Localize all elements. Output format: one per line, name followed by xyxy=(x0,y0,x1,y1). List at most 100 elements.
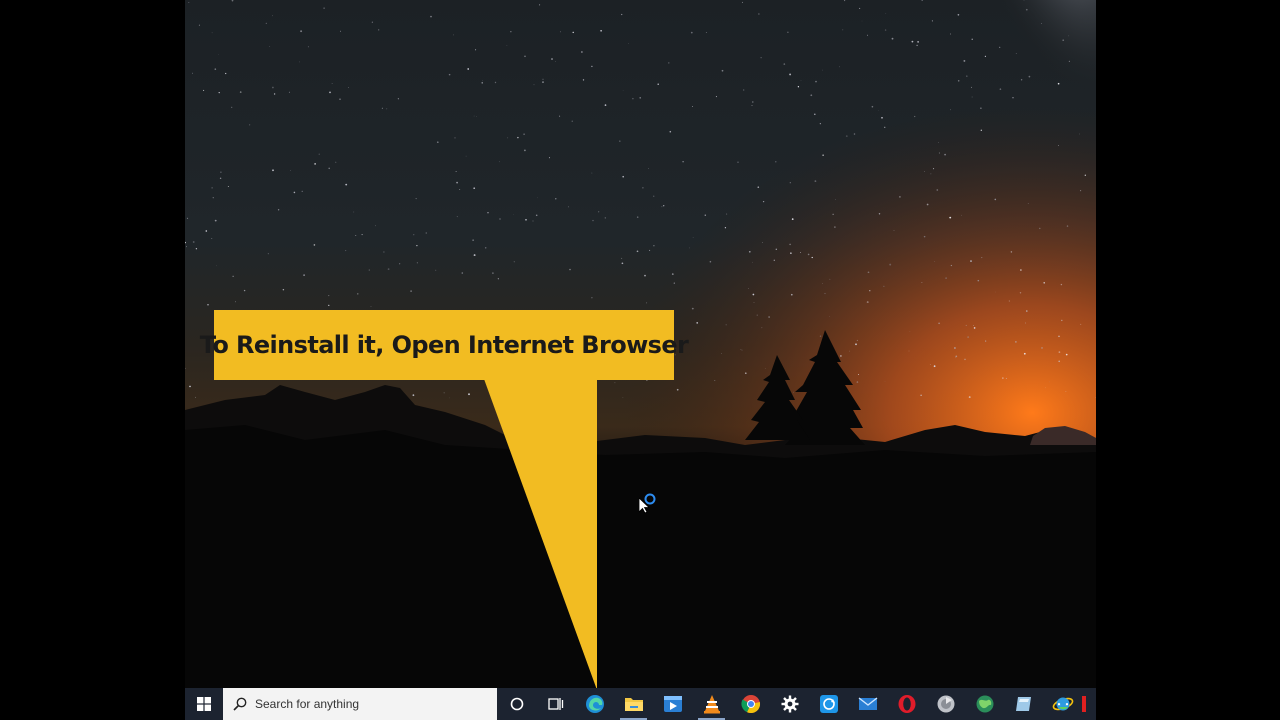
star xyxy=(378,29,380,31)
star xyxy=(416,262,418,264)
star xyxy=(970,260,972,263)
star xyxy=(994,198,997,201)
star xyxy=(715,96,717,98)
cortana-button[interactable] xyxy=(497,688,536,720)
task-view-button[interactable] xyxy=(536,688,575,720)
star xyxy=(920,394,922,396)
star xyxy=(435,269,437,271)
star xyxy=(751,105,753,106)
star xyxy=(1026,310,1028,312)
star xyxy=(762,200,765,203)
star xyxy=(506,45,508,46)
star xyxy=(370,306,372,308)
star xyxy=(271,86,274,89)
globe-app-button[interactable] xyxy=(965,688,1004,720)
star xyxy=(819,123,821,125)
start-button[interactable] xyxy=(185,688,223,720)
mail-button[interactable] xyxy=(848,688,887,720)
star xyxy=(1079,133,1080,135)
star xyxy=(323,7,325,9)
star xyxy=(1065,391,1067,392)
star xyxy=(484,247,487,249)
star xyxy=(1060,283,1063,286)
star xyxy=(883,285,885,287)
star xyxy=(819,335,822,337)
media-player-button[interactable] xyxy=(653,688,692,720)
star xyxy=(753,302,755,303)
vlc-button[interactable] xyxy=(692,688,731,720)
chrome-button[interactable] xyxy=(731,688,770,720)
star xyxy=(216,265,217,267)
star xyxy=(657,83,659,85)
star xyxy=(884,381,886,382)
taskbar-search-box[interactable]: Search for anything xyxy=(223,688,497,720)
settings-button[interactable] xyxy=(770,688,809,720)
star xyxy=(282,288,285,291)
star xyxy=(682,161,684,163)
sync-app-button[interactable] xyxy=(809,688,848,720)
star xyxy=(591,65,593,68)
star xyxy=(1062,39,1065,42)
star xyxy=(412,394,415,397)
star xyxy=(884,29,887,31)
star xyxy=(653,244,655,247)
star xyxy=(762,242,763,243)
star xyxy=(361,234,363,236)
star xyxy=(492,272,494,274)
star xyxy=(944,153,946,156)
star xyxy=(567,206,569,208)
star xyxy=(752,261,753,263)
star xyxy=(533,84,535,86)
overflow-app-edge xyxy=(1082,696,1086,712)
star xyxy=(963,59,966,62)
edge-taskbar-button[interactable] xyxy=(575,688,614,720)
star xyxy=(789,182,791,184)
star xyxy=(555,198,557,200)
star xyxy=(704,214,707,217)
star xyxy=(232,275,234,277)
star xyxy=(835,199,836,200)
star xyxy=(899,196,901,198)
star xyxy=(984,55,987,58)
file-explorer-button[interactable] xyxy=(614,688,653,720)
task-view-icon xyxy=(547,698,563,710)
star xyxy=(744,372,747,375)
star xyxy=(878,109,879,111)
star xyxy=(218,54,220,55)
star xyxy=(714,379,716,381)
star xyxy=(1041,23,1043,25)
chrome-icon xyxy=(740,695,760,714)
star xyxy=(459,189,461,190)
star xyxy=(1027,203,1029,204)
gray-disc-app-button[interactable] xyxy=(926,688,965,720)
star xyxy=(227,185,229,188)
star xyxy=(671,273,674,275)
star xyxy=(878,213,881,215)
star xyxy=(468,393,470,396)
star xyxy=(980,129,982,131)
star xyxy=(220,171,222,173)
star xyxy=(212,197,214,199)
star xyxy=(189,385,191,388)
internet-explorer-button[interactable] xyxy=(1043,688,1082,720)
star xyxy=(822,283,823,284)
star xyxy=(1023,352,1026,355)
opera-button[interactable] xyxy=(887,688,926,720)
star xyxy=(966,75,968,77)
star xyxy=(709,260,712,263)
star xyxy=(1002,377,1004,379)
star xyxy=(790,252,792,254)
star xyxy=(331,83,333,84)
star xyxy=(272,169,274,172)
star xyxy=(481,82,483,84)
star xyxy=(917,41,919,43)
star xyxy=(814,113,816,115)
notepad-app-button[interactable] xyxy=(1004,688,1043,720)
star xyxy=(207,304,209,306)
star xyxy=(622,90,624,91)
star xyxy=(604,217,606,219)
star xyxy=(1058,145,1059,146)
star xyxy=(815,80,817,83)
star xyxy=(756,314,758,316)
busy-cursor-icon xyxy=(639,493,656,514)
